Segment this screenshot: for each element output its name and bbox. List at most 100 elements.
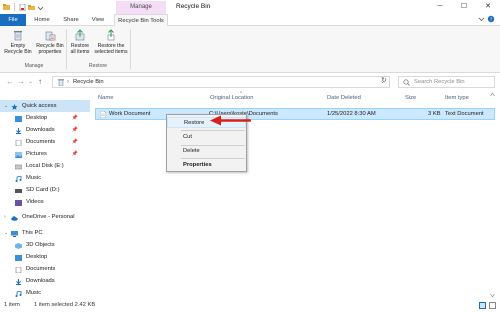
column-header-name[interactable]: Name [98,95,113,101]
context-menu-delete[interactable]: Delete [167,146,246,157]
status-bar: 1 item 1 item selected 2.42 KB [0,299,500,312]
restore-selected-items-button[interactable]: Restore the selected items [94,29,128,55]
sidebar-item-quick-access[interactable]: ⌄ Quick access [0,100,90,112]
restore-all-icon [74,29,86,41]
status-selection: 1 item selected 2.42 KB [34,302,96,308]
sidebar-item-music[interactable]: Music [0,172,90,184]
file-name: Work Document [109,111,151,117]
recent-locations-button[interactable]: ⌄ [28,78,33,85]
recycle-bin-properties-button[interactable]: Recycle Bin properties [35,29,65,55]
status-item-count: 1 item [4,302,20,308]
sidebar-item-documents[interactable]: Documents 📌 [0,136,90,148]
star-icon [11,103,18,110]
vertical-scrollbar[interactable] [489,91,496,299]
file-list: ^ Name Original Location Date Deleted Si… [90,91,500,299]
annotation-arrow-icon [210,115,251,126]
pin-icon: 📌 [71,127,78,133]
quick-access-toolbar [0,3,44,11]
address-separator[interactable]: › [67,77,69,88]
app-icon [3,3,10,11]
ribbon: Empty Recycle Bin Recycle Bin properties… [0,26,500,73]
context-menu-separator [181,158,245,159]
view-mode-buttons [479,302,496,309]
sidebar-item-local-disk-e[interactable]: Local Disk (E:) [0,160,90,172]
documents-icon [15,266,22,274]
file-date-deleted: 1/25/2022 8:30 AM [327,111,376,117]
refresh-button[interactable]: ↻ [381,76,387,84]
restore-selected-icon [105,29,117,41]
maximize-button[interactable]: ☐ [452,0,476,14]
manage-contextual-label: Manage [116,1,166,14]
close-button[interactable]: ✕ [476,0,500,14]
window-controls: ─ ☐ ✕ [428,0,500,14]
search-placeholder: Search Recycle Bin [414,79,465,85]
minimize-button[interactable]: ─ [428,0,452,14]
tab-home[interactable]: Home [30,14,54,26]
restore-all-items-button[interactable]: Restore all items [68,29,92,55]
navigation-bar: ← → ⌄ ↑ › Recycle Bin ⌄ ↻ Search Recycle… [0,73,500,91]
sidebar-item-pc-desktop[interactable]: Desktop [0,251,90,263]
sidebar-item-videos[interactable]: Videos [0,196,90,208]
context-menu-separator [181,130,245,131]
ribbon-help-controls[interactable]: ? [478,15,496,25]
search-input[interactable]: Search Recycle Bin [398,76,495,88]
window-title: Recycle Bin [176,3,211,10]
desktop-icon [15,254,22,261]
forward-button[interactable]: → [17,77,25,86]
drive-icon [14,163,23,170]
sidebar-item-3d-objects[interactable]: 3D Objects [0,239,90,251]
search-icon [403,79,410,86]
properties-icon[interactable] [19,3,26,11]
table-row[interactable]: Work Document C:\Users\koste\Documents 1… [95,108,495,120]
navigation-pane: ⌄ Quick access Desktop 📌 Downloads 📌 Doc… [0,91,90,299]
sidebar-item-onedrive[interactable]: › OneDrive - Personal [0,211,90,223]
tab-share[interactable]: Share [58,14,84,26]
sidebar-item-sd-card-d[interactable]: SD Card (D:) [0,184,90,196]
new-folder-icon[interactable] [28,4,35,11]
cube-icon [15,242,22,249]
recycle-bin-icon [12,29,24,41]
empty-recycle-bin-button[interactable]: Empty Recycle Bin [3,29,33,55]
videos-icon [15,199,22,206]
back-button[interactable]: ← [6,77,14,86]
column-header-date-deleted[interactable]: Date Deleted [327,95,361,101]
computer-icon [11,230,18,237]
address-path[interactable]: Recycle Bin [73,79,104,85]
documents-icon [15,139,22,147]
text-document-icon [99,110,107,119]
recycle-bin-properties-icon [44,29,56,41]
address-bar[interactable]: › Recycle Bin ⌄ [52,76,390,88]
customize-toolbar-icon[interactable] [37,4,44,11]
ribbon-tab-row: File Home Share View Recycle Bin Tools ? [0,14,500,27]
sidebar-item-this-pc[interactable]: ⌄ This PC [0,227,90,239]
large-icons-view-icon[interactable] [489,302,496,309]
sidebar-item-pictures[interactable]: Pictures 📌 [0,148,90,160]
column-header-size[interactable]: Size [405,95,416,101]
restore-group-label: Restore [88,63,108,69]
manage-group-label: Manage [24,63,44,69]
cloud-icon [11,214,18,221]
desktop-icon [15,115,22,122]
up-button[interactable]: ↑ [38,77,42,86]
pin-icon: 📌 [71,139,78,145]
tab-view[interactable]: View [88,14,108,26]
pin-icon: 📌 [71,115,78,121]
sd-card-icon [15,187,22,193]
sidebar-item-desktop[interactable]: Desktop 📌 [0,112,90,124]
file-item-type: Text Document [445,111,484,117]
downloads-icon [15,127,22,134]
title-bar: Manage Recycle Bin ─ ☐ ✕ [0,0,500,14]
column-header-item-type[interactable]: Item type [445,95,469,101]
file-size: 3 KB [428,111,441,117]
details-view-icon[interactable] [479,302,486,309]
sidebar-item-pc-downloads[interactable]: Downloads [0,275,90,287]
sidebar-item-pc-documents[interactable]: Documents [0,263,90,275]
context-menu-properties[interactable]: Properties [167,160,246,171]
pictures-icon [15,151,22,158]
column-header-original-location[interactable]: Original Location [210,95,254,101]
sidebar-item-downloads[interactable]: Downloads 📌 [0,124,90,136]
sidebar-item-pc-music[interactable]: Music [0,287,90,299]
ribbon-divider [66,29,67,69]
context-menu-cut[interactable]: Cut [167,132,246,143]
tab-file[interactable]: File [0,14,26,26]
